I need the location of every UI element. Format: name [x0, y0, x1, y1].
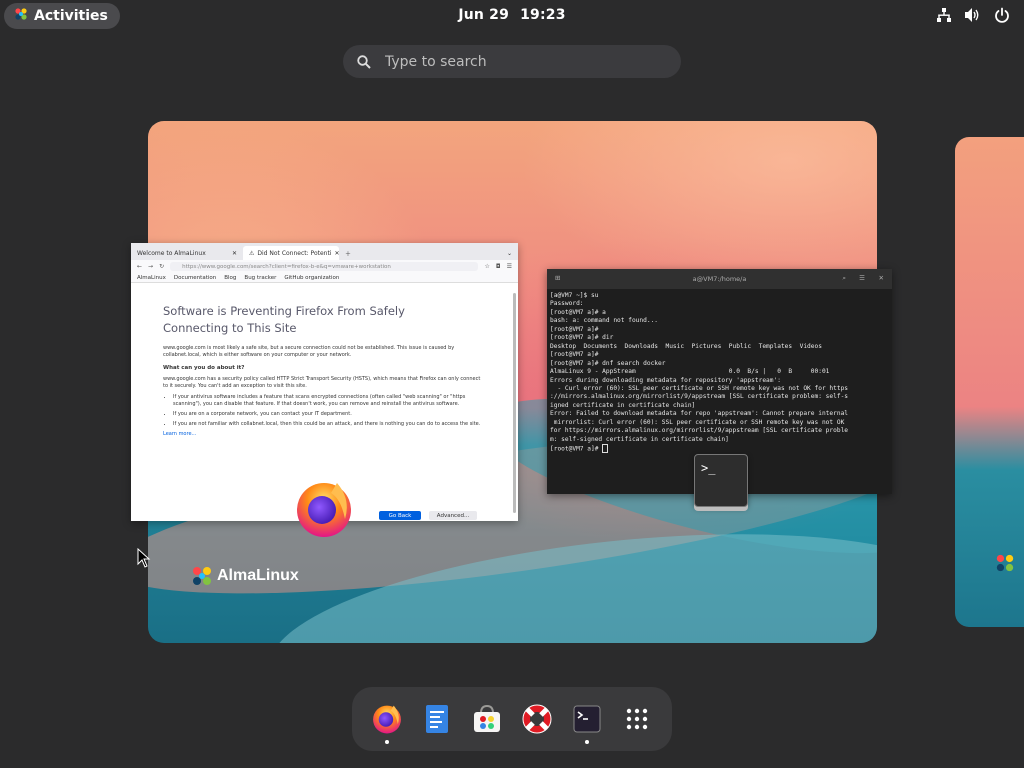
terminal-line: [a@VM7 ~]$ su	[550, 292, 599, 299]
terminal-header-bar: ⊞ a@VM7:/home/a ⌕ ☰ ✕	[547, 269, 892, 289]
error-hsts-text: www.google.com has a security policy cal…	[163, 376, 481, 389]
bookmarks-toolbar: AlmaLinux Documentation Blog Bug tracker…	[131, 273, 518, 283]
terminal-line: ://mirrors.almalinux.org/mirrorlist/9/ap…	[550, 393, 849, 401]
forward-arrow-icon[interactable]: →	[148, 263, 153, 270]
terminal-line: for https://mirrors.almalinux.org/mirror…	[550, 427, 849, 435]
search-icon[interactable]: ⌕	[842, 274, 846, 283]
power-icon[interactable]	[994, 7, 1010, 27]
clock-date: Jun 29	[458, 7, 510, 23]
terminal-prompt: [root@VM7 a]#	[550, 445, 603, 453]
error-description: www.google.com is most likely a safe sit…	[163, 345, 455, 358]
clock-time: 19:23	[520, 7, 566, 23]
terminal-output[interactable]: [a@VM7 ~]$ su Password: [root@VM7 a]# a bas…	[547, 289, 892, 457]
terminal-line: [root@VM7 a]# dnf search docker	[550, 359, 666, 367]
menu-icon[interactable]: ☰	[507, 263, 512, 270]
dash-dock	[352, 687, 672, 751]
url-text: https://www.google.com/search?client=fir…	[182, 263, 391, 270]
bookmark-item[interactable]: AlmaLinux	[137, 275, 166, 281]
bookmark-star-icon[interactable]: ☆	[484, 263, 489, 270]
system-tray[interactable]	[936, 7, 1010, 27]
volume-icon[interactable]	[964, 7, 982, 27]
scrollbar[interactable]	[513, 293, 516, 513]
dock-terminal[interactable]	[571, 703, 603, 744]
pocket-icon[interactable]: ◘	[496, 263, 501, 270]
firefox-tab-active[interactable]: ⚠ Did Not Connect: Potenti ✕	[243, 246, 340, 260]
terminal-line: [root@VM7 a]#	[550, 325, 599, 333]
top-bar: Activities Jun 29 19:23	[0, 0, 1024, 32]
terminal-cursor	[602, 444, 609, 454]
app-grid-icon	[626, 708, 648, 730]
terminal-line: Errors during downloading metadata for r…	[550, 376, 781, 384]
menu-icon[interactable]: ☰	[859, 274, 865, 282]
dock-text-editor[interactable]	[421, 703, 453, 735]
almalinux-logo-icon	[193, 567, 211, 585]
terminal-line: - Curl error (60): SSL peer certificate …	[550, 384, 849, 392]
close-icon[interactable]: ✕	[232, 250, 237, 257]
terminal-line: bash: a: command not found...	[550, 317, 659, 325]
bookmark-item[interactable]: Bug tracker	[244, 275, 276, 281]
error-heading: What can you do about it?	[163, 365, 245, 371]
new-tab-button[interactable]: ＋	[339, 246, 357, 260]
firefox-tab[interactable]: Welcome to AlmaLinux ✕	[131, 246, 243, 260]
advanced-button[interactable]: Advanced...	[429, 511, 477, 520]
search-bar[interactable]	[343, 45, 681, 78]
network-wired-icon[interactable]	[936, 7, 952, 27]
error-page: Software is Preventing Firefox From Safe…	[131, 283, 518, 438]
bookmark-item[interactable]: GitHub organization	[284, 275, 339, 281]
terminal-icon: >_	[694, 454, 748, 507]
list-item: If you are on a corporate network, you c…	[173, 411, 486, 418]
firefox-nav-bar: ← → ↻ https://www.google.com/search?clie…	[131, 260, 518, 273]
error-suggestions: If your antivirus software includes a fe…	[163, 394, 486, 428]
dock-help[interactable]	[521, 703, 553, 735]
reload-icon[interactable]: ↻	[159, 263, 164, 270]
running-indicator	[585, 740, 589, 744]
bookmark-item[interactable]: Blog	[224, 275, 236, 281]
url-bar[interactable]: https://www.google.com/search?client=fir…	[170, 262, 479, 271]
software-store-icon	[474, 704, 500, 732]
dock-firefox[interactable]	[371, 703, 403, 744]
terminal-line: [root@VM7 a]# dir	[550, 334, 614, 342]
terminal-line: Desktop Documents Downloads Music Pictur…	[550, 342, 822, 350]
list-item: If you are not familiar with collabnet.l…	[173, 421, 486, 428]
terminal-line: AlmaLinux 9 - AppStream 0.0 B/s | 0 B 00…	[550, 368, 830, 376]
almalinux-brand-text: AlmaLinux	[217, 567, 299, 584]
list-item: If your antivirus software includes a fe…	[173, 394, 486, 408]
terminal-line: mirrorlist: Curl error (60): SSL peer ce…	[550, 418, 845, 426]
clock[interactable]: Jun 29 19:23	[0, 7, 1024, 23]
bookmark-item[interactable]: Documentation	[174, 275, 216, 281]
dock-software[interactable]	[471, 703, 503, 735]
terminal-line: igned certificate in certificate chain]	[550, 401, 696, 409]
search-icon	[357, 54, 371, 69]
close-icon[interactable]: ✕	[879, 274, 884, 282]
terminal-line: m: self-signed certificate in certificat…	[550, 435, 729, 443]
terminal-title: a@VM7:/home/a	[692, 275, 747, 283]
firefox-icon	[373, 705, 401, 734]
firefox-icon	[297, 483, 351, 537]
terminal-line: [root@VM7 a]# a	[550, 308, 606, 316]
terminal-line: Error: Failed to download metadata for r…	[550, 410, 849, 418]
dock-app-grid[interactable]	[621, 703, 653, 735]
back-arrow-icon[interactable]: ←	[137, 263, 142, 270]
go-back-button[interactable]: Go Back	[379, 511, 421, 520]
search-input[interactable]	[383, 52, 657, 71]
almalinux-logo-icon	[996, 554, 1014, 572]
firefox-tab-strip: Welcome to AlmaLinux ✕ ⚠ Did Not Connect…	[131, 243, 518, 260]
learn-more-link[interactable]: Learn more...	[163, 431, 486, 438]
help-lifebuoy-icon	[522, 704, 552, 734]
terminal-line: [root@VM7 a]#	[550, 351, 599, 359]
warning-icon: ⚠	[249, 249, 255, 257]
running-indicator	[385, 740, 389, 744]
terminal-icon	[573, 705, 601, 733]
tab-list-chevron-icon[interactable]: ⌄	[501, 246, 518, 260]
error-title: Software is Preventing Firefox From Safe…	[163, 304, 405, 335]
text-editor-icon	[426, 705, 448, 733]
almalinux-wallpaper-logo: AlmaLinux	[191, 565, 299, 587]
mouse-pointer-icon	[137, 548, 151, 568]
next-workspace-thumbnail[interactable]	[955, 137, 1024, 627]
terminal-line: Password:	[550, 300, 584, 308]
